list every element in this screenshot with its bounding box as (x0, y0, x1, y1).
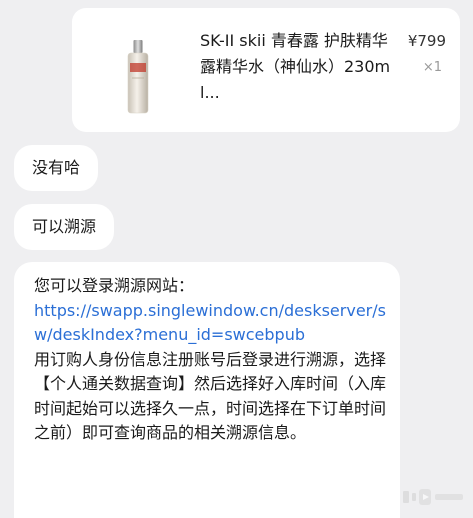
product-quantity: ×1 (422, 60, 442, 75)
product-image[interactable] (88, 20, 188, 120)
message-text: 可以溯源 (32, 217, 97, 236)
watermark-icon (403, 489, 463, 505)
product-price: ¥799 (407, 32, 446, 50)
product-title[interactable]: SK-II skii 青春露 护肤精华露精华水（神仙水）230ml... (200, 28, 400, 106)
bottle-icon (88, 20, 188, 120)
message-body: 用订购人身份信息注册账号后登录进行溯源，选择【个人通关数据查询】然后选择好入库时… (34, 349, 387, 443)
message-text: 没有哈 (32, 158, 81, 177)
traceability-link[interactable]: https://swapp.singlewindow.cn/deskserver… (34, 299, 386, 348)
chat-window: SK-II skii 青春露 护肤精华露精华水（神仙水）230ml... ¥79… (0, 0, 473, 518)
message-bubble-long[interactable]: 您可以登录溯源网站： https://swapp.singlewindow.cn… (14, 262, 400, 518)
message-intro: 您可以登录溯源网站： (34, 276, 195, 295)
message-bubble[interactable]: 可以溯源 (14, 204, 115, 250)
product-card[interactable]: SK-II skii 青春露 护肤精华露精华水（神仙水）230ml... ¥79… (72, 8, 460, 132)
message-bubble[interactable]: 没有哈 (14, 145, 99, 191)
